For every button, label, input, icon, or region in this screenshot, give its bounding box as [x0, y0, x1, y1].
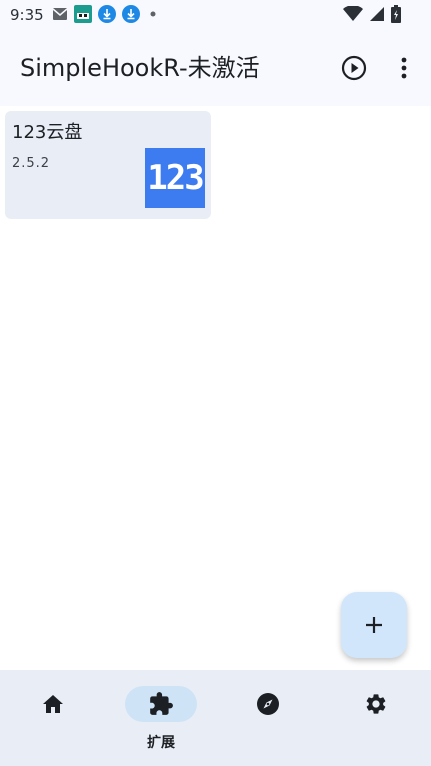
bottom-navigation: 扩展 [0, 670, 431, 766]
status-bar: 9:35 [0, 0, 431, 30]
download-icon [98, 5, 116, 23]
status-notification-icons [52, 5, 160, 23]
home-icon [43, 695, 63, 713]
extension-logo: 123 [145, 148, 205, 208]
run-button[interactable] [336, 50, 372, 86]
more-options-button[interactable] [386, 50, 422, 86]
mail-icon [52, 6, 68, 22]
plus-icon [366, 617, 382, 633]
more-notifications-dot-icon [146, 7, 160, 21]
compass-icon [257, 693, 279, 715]
add-extension-button[interactable] [341, 592, 407, 658]
battery-charging-icon [391, 5, 401, 23]
status-time: 9:35 [10, 6, 44, 24]
extension-puzzle-icon [150, 692, 173, 715]
download-icon [122, 5, 140, 23]
nav-item-settings[interactable] [336, 686, 416, 750]
extension-card[interactable]: 123云盘 2.5.2 123 [5, 111, 211, 219]
wifi-icon [343, 6, 363, 22]
nav-indicator [232, 686, 304, 722]
nav-item-home[interactable] [13, 686, 93, 750]
play-circle-icon [341, 55, 367, 81]
app-notification-icon [74, 5, 92, 23]
gear-icon [366, 694, 386, 714]
signal-icon [369, 6, 385, 22]
nav-indicator-active [125, 686, 197, 722]
app-root: 9:35 SimpleHookR-未激活 123云盘 2.5.2 123 扩展 [0, 0, 431, 766]
page-title: SimpleHookR-未激活 [20, 54, 260, 82]
extension-version: 2.5.2 [12, 156, 51, 171]
more-vert-icon [401, 57, 407, 79]
nav-indicator [340, 686, 412, 722]
extension-list: 123云盘 2.5.2 123 [0, 106, 431, 670]
nav-indicator [17, 686, 89, 722]
nav-label-extensions: 扩展 [147, 735, 175, 751]
status-system-icons [343, 5, 401, 23]
top-app-bar: SimpleHookR-未激活 [0, 30, 431, 106]
nav-item-discover[interactable] [228, 686, 308, 750]
extension-name: 123云盘 [12, 122, 83, 143]
nav-item-extensions[interactable]: 扩展 [121, 686, 201, 751]
extension-logo-text: 123 [147, 158, 204, 198]
